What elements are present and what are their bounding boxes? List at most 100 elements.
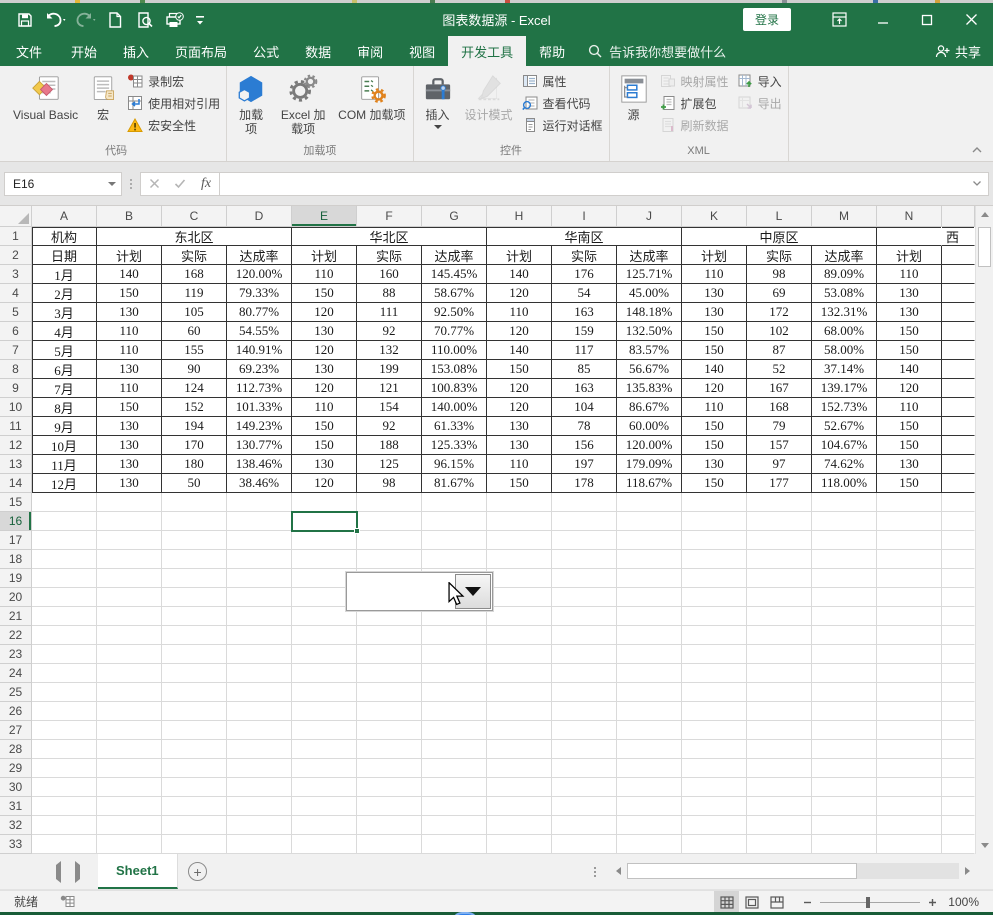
macros-button[interactable]: 宏	[83, 69, 123, 141]
cell-B31[interactable]	[97, 797, 162, 816]
cell-A13[interactable]: 11月	[32, 455, 97, 474]
tab-developer[interactable]: 开发工具	[448, 36, 527, 66]
cell-I8[interactable]: 85	[552, 360, 617, 379]
cell-B25[interactable]	[97, 683, 162, 702]
design-mode-button[interactable]: 设计模式	[460, 69, 518, 141]
cell-J23[interactable]	[617, 645, 682, 664]
cell-D26[interactable]	[227, 702, 292, 721]
cell-A17[interactable]	[32, 531, 97, 550]
cell-K9[interactable]: 120	[682, 379, 747, 398]
cell-J18[interactable]	[617, 550, 682, 569]
cell-H30[interactable]	[487, 778, 552, 797]
cell-partial-11[interactable]	[942, 417, 975, 436]
cell-F18[interactable]	[357, 550, 422, 569]
cell-I14[interactable]: 178	[552, 474, 617, 493]
excel-addins-button[interactable]: Excel 加载项	[273, 69, 333, 141]
cell-K11[interactable]: 150	[682, 417, 747, 436]
tell-me-search[interactable]: 告诉我你想要做什么	[588, 36, 726, 66]
cell-C7[interactable]: 155	[162, 341, 227, 360]
quick-print-button[interactable]	[162, 7, 188, 33]
maximize-button[interactable]	[905, 3, 949, 36]
cell-H17[interactable]	[487, 531, 552, 550]
row-header-32[interactable]: 32	[0, 816, 32, 835]
add-sheet-button[interactable]: +	[178, 854, 218, 889]
expansion-packs-button[interactable]: 扩展包	[660, 93, 729, 113]
cell-I21[interactable]	[552, 607, 617, 626]
cell-partial-12[interactable]	[942, 436, 975, 455]
cell-A5[interactable]: 3月	[32, 303, 97, 322]
login-button[interactable]: 登录	[742, 8, 791, 31]
cell-N5[interactable]: 130	[877, 303, 942, 322]
row-header-33[interactable]: 33	[0, 835, 32, 854]
cell-I3[interactable]: 176	[552, 265, 617, 284]
use-relative-references-button[interactable]: 使用相对引用	[127, 93, 220, 113]
cell-H10[interactable]: 120	[487, 398, 552, 417]
cell-D32[interactable]	[227, 816, 292, 835]
cell-M13[interactable]: 74.62%	[812, 455, 877, 474]
cell-A31[interactable]	[32, 797, 97, 816]
cell-L20[interactable]	[747, 588, 812, 607]
cell-E22[interactable]	[292, 626, 357, 645]
cell-J14[interactable]: 118.67%	[617, 474, 682, 493]
cell-K13[interactable]: 130	[682, 455, 747, 474]
cell-E23[interactable]	[292, 645, 357, 664]
cell-partial-1[interactable]: 西	[942, 227, 975, 246]
cell-B20[interactable]	[97, 588, 162, 607]
col-header-G[interactable]: G	[422, 206, 487, 227]
cell-J22[interactable]	[617, 626, 682, 645]
cell-E13[interactable]: 130	[292, 455, 357, 474]
cell-J13[interactable]: 179.09%	[617, 455, 682, 474]
cell-B14[interactable]: 130	[97, 474, 162, 493]
cell-partial-4[interactable]	[942, 284, 975, 303]
cell-J20[interactable]	[617, 588, 682, 607]
cell-D3[interactable]: 120.00%	[227, 265, 292, 284]
cell-H33[interactable]	[487, 835, 552, 854]
cell-K32[interactable]	[682, 816, 747, 835]
cell-H26[interactable]	[487, 702, 552, 721]
cell-B4[interactable]: 150	[97, 284, 162, 303]
cell-G8[interactable]: 153.08%	[422, 360, 487, 379]
cell-K12[interactable]: 150	[682, 436, 747, 455]
cell-B33[interactable]	[97, 835, 162, 854]
cell-G31[interactable]	[422, 797, 487, 816]
cell-partial-6[interactable]	[942, 322, 975, 341]
cell-A25[interactable]	[32, 683, 97, 702]
tab-page-layout[interactable]: 页面布局	[162, 36, 240, 66]
cell-M14[interactable]: 118.00%	[812, 474, 877, 493]
addins-button[interactable]: 加载项	[229, 69, 273, 141]
cell-D5[interactable]: 80.77%	[227, 303, 292, 322]
cell-A30[interactable]	[32, 778, 97, 797]
cell-N23[interactable]	[877, 645, 942, 664]
run-dialog-button[interactable]: 运行对话框	[522, 115, 603, 135]
row-header-5[interactable]: 5	[0, 303, 32, 322]
cell-I24[interactable]	[552, 664, 617, 683]
cell-E27[interactable]	[292, 721, 357, 740]
cell-N24[interactable]	[877, 664, 942, 683]
cell-I19[interactable]	[552, 569, 617, 588]
cell-N30[interactable]	[877, 778, 942, 797]
cancel-button[interactable]	[141, 173, 167, 195]
cell-I16[interactable]	[552, 512, 617, 531]
cell-L15[interactable]	[747, 493, 812, 512]
cell-C18[interactable]	[162, 550, 227, 569]
minimize-button[interactable]	[861, 3, 905, 36]
cell-B24[interactable]	[97, 664, 162, 683]
cell-D15[interactable]	[227, 493, 292, 512]
cell-C26[interactable]	[162, 702, 227, 721]
cell-M17[interactable]	[812, 531, 877, 550]
row-header-14[interactable]: 14	[0, 474, 32, 493]
row-header-22[interactable]: 22	[0, 626, 32, 645]
cell-B11[interactable]: 130	[97, 417, 162, 436]
cell-J24[interactable]	[617, 664, 682, 683]
cell-D25[interactable]	[227, 683, 292, 702]
cell-partial-10[interactable]	[942, 398, 975, 417]
cell-H9[interactable]: 120	[487, 379, 552, 398]
col-header-J[interactable]: J	[617, 206, 682, 227]
cell-M10[interactable]: 152.73%	[812, 398, 877, 417]
tab-formulas[interactable]: 公式	[240, 36, 292, 66]
cell-I18[interactable]	[552, 550, 617, 569]
cell-M32[interactable]	[812, 816, 877, 835]
cell-partial-9[interactable]	[942, 379, 975, 398]
cell-H24[interactable]	[487, 664, 552, 683]
cell-G17[interactable]	[422, 531, 487, 550]
